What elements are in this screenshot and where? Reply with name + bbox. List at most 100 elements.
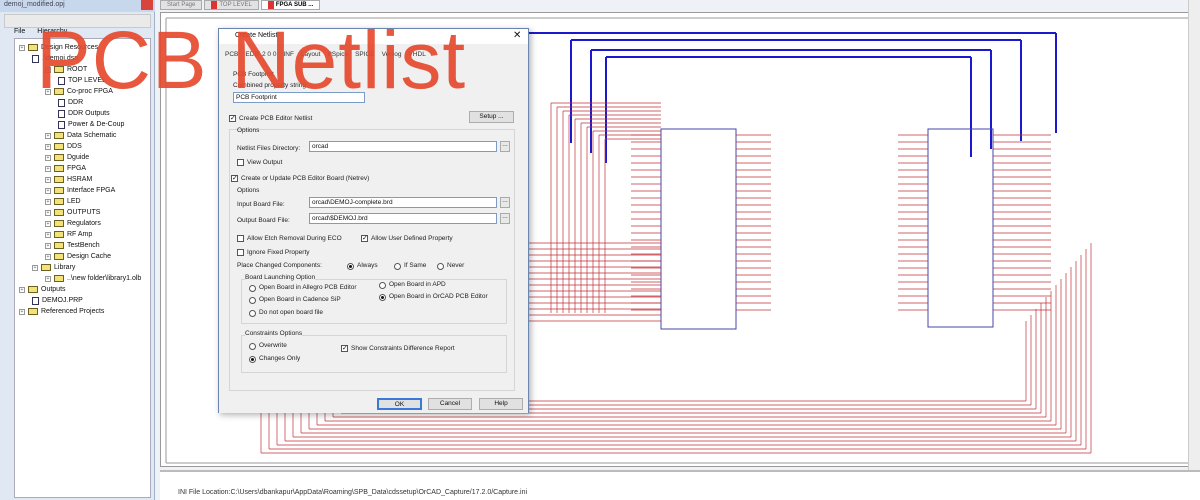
tab-pcb[interactable]: PCB xyxy=(225,51,238,58)
tree-item[interactable]: TOP LEVEL xyxy=(58,75,106,86)
tree-item[interactable]: + Library xyxy=(32,262,75,273)
tree-item[interactable]: + HSRAM xyxy=(45,174,92,185)
tree-item[interactable]: + DDS xyxy=(45,141,82,152)
tab-pspice[interactable]: PSpice xyxy=(327,51,348,58)
expand-icon[interactable]: + xyxy=(19,308,25,315)
expand-icon[interactable]: + xyxy=(45,176,51,183)
tree-item[interactable]: + Dguide xyxy=(45,152,89,163)
expand-icon[interactable]: + xyxy=(45,275,51,282)
tab-hierarchy[interactable]: Hierarchy xyxy=(37,28,67,38)
expand-icon[interactable]: + xyxy=(45,253,51,260)
folder-icon xyxy=(41,264,51,271)
close-icon[interactable]: ✕ xyxy=(513,30,521,41)
ic-component[interactable] xyxy=(927,128,994,328)
ic-component[interactable] xyxy=(660,128,737,330)
tree-item[interactable]: + RF Amp xyxy=(45,229,92,240)
expand-icon[interactable]: + xyxy=(45,154,51,161)
tree-item[interactable]: + LED xyxy=(45,196,81,207)
expand-icon[interactable]: + xyxy=(45,132,51,139)
view-output-checkbox[interactable] xyxy=(237,159,244,166)
allow-user-checkbox[interactable]: ✓ xyxy=(361,235,368,242)
netlist-dir-input[interactable]: orcad xyxy=(309,141,497,152)
tree-item[interactable]: + Referenced Projects xyxy=(19,306,104,317)
radio-allegro[interactable] xyxy=(249,285,256,292)
radio-apd[interactable] xyxy=(379,282,386,289)
tab-start-page[interactable]: Start Page xyxy=(160,0,203,10)
radio-overwrite[interactable] xyxy=(249,343,256,350)
tree-item[interactable]: Power & De-Coup xyxy=(58,119,124,130)
radio-never[interactable] xyxy=(437,263,444,270)
expand-icon[interactable]: + xyxy=(45,220,51,227)
vertical-scrollbar[interactable] xyxy=(1188,0,1200,470)
setup-button[interactable]: Setup ... xyxy=(469,111,514,123)
radio-label: If Same xyxy=(404,262,427,269)
tab-layout[interactable]: Layout xyxy=(301,51,321,58)
ignore-fixed-checkbox[interactable] xyxy=(237,249,244,256)
tree-item[interactable]: + OUTPUTS xyxy=(45,207,100,218)
radio-changes-only[interactable] xyxy=(249,356,256,363)
tab-fpga-sub[interactable]: FPGA SUB ... xyxy=(260,0,321,10)
expand-icon[interactable]: + xyxy=(45,187,51,194)
tab-spice[interactable]: SPICE xyxy=(355,51,375,58)
tree-item[interactable]: + Outputs xyxy=(19,284,66,295)
tree-item[interactable]: DDR Outputs xyxy=(58,108,110,119)
expand-icon[interactable]: + xyxy=(45,209,51,216)
expand-icon[interactable]: + xyxy=(45,198,51,205)
tree-item[interactable]: + Data Schematic xyxy=(45,130,116,141)
tree-item[interactable]: + FPGA xyxy=(45,163,86,174)
tree-item[interactable]: + Regulators xyxy=(45,218,101,229)
place-changed-label: Place Changed Components: xyxy=(237,262,322,269)
allow-etch-checkbox[interactable] xyxy=(237,235,244,242)
allow-etch-label: Allow Etch Removal During ECO xyxy=(247,235,342,242)
show-report-checkbox[interactable]: ✓ xyxy=(341,345,348,352)
tree-item[interactable]: .\demoj.dsn xyxy=(32,53,78,64)
netlist-dir-label: Netlist Files Directory: xyxy=(237,145,301,152)
radio-do-not-open[interactable] xyxy=(249,310,256,317)
cancel-button[interactable]: Cancel xyxy=(428,398,472,410)
browse-button[interactable]: … xyxy=(500,197,510,208)
tree-item-label: Regulators xyxy=(67,220,101,227)
output-board-input[interactable]: orcad\$DEMOJ.brd xyxy=(309,213,497,224)
create-board-checkbox[interactable]: ✓ xyxy=(231,175,238,182)
tree-item[interactable]: + ..\new folder\library1.olb xyxy=(45,273,141,284)
tab-verilog[interactable]: Verilog xyxy=(382,51,402,58)
close-button[interactable] xyxy=(141,0,153,10)
tree-item[interactable]: DEMOJ.PRP xyxy=(32,295,83,306)
expand-icon[interactable]: + xyxy=(45,165,51,172)
input-board-input[interactable]: orcad\DEMOJ-complete.brd xyxy=(309,197,497,208)
tab-file[interactable]: File xyxy=(14,28,25,38)
radio-orcad-pcb[interactable] xyxy=(379,294,386,301)
expand-icon[interactable]: + xyxy=(19,286,25,293)
tree-item[interactable]: + Design Cache xyxy=(45,251,111,262)
expand-icon[interactable]: + xyxy=(45,231,51,238)
radio-sip[interactable] xyxy=(249,297,256,304)
tree-item[interactable]: + TestBench xyxy=(45,240,100,251)
expand-icon[interactable]: + xyxy=(45,66,51,73)
expand-icon[interactable]: + xyxy=(32,264,38,271)
radio-if-same[interactable] xyxy=(394,263,401,270)
expand-icon[interactable]: + xyxy=(19,44,25,51)
combined-property-input[interactable]: PCB Footprint xyxy=(233,92,365,103)
ok-button[interactable]: OK xyxy=(377,398,422,410)
expand-icon[interactable]: + xyxy=(45,242,51,249)
tab-top-level[interactable]: TOP LEVEL xyxy=(204,0,259,10)
tree-item[interactable]: + Co-proc FPGA xyxy=(45,86,113,97)
tab-label: Start Page xyxy=(167,2,196,8)
tree-item[interactable]: + Design Resources xyxy=(19,42,98,53)
expand-icon[interactable]: + xyxy=(45,143,51,150)
tab-vhdl[interactable]: VHDL xyxy=(408,51,425,58)
tree-item[interactable]: DDR xyxy=(58,97,83,108)
browse-button[interactable]: … xyxy=(500,141,510,152)
tab-inf[interactable]: INF xyxy=(283,51,293,58)
radio-always[interactable] xyxy=(347,263,354,270)
help-button[interactable]: Help xyxy=(479,398,523,410)
folder-icon xyxy=(54,209,64,216)
tree-item[interactable]: + ROOT xyxy=(45,64,87,75)
schematic-icon xyxy=(211,1,218,9)
expand-icon[interactable]: + xyxy=(45,88,51,95)
launch-label: Board Launching Option xyxy=(245,274,316,281)
browse-button[interactable]: … xyxy=(500,213,510,224)
tree-item[interactable]: + Interface FPGA xyxy=(45,185,115,196)
create-netlist-checkbox[interactable]: ✓ xyxy=(229,115,236,122)
tab-edif[interactable]: EDIF 2 0 0 xyxy=(245,51,276,58)
